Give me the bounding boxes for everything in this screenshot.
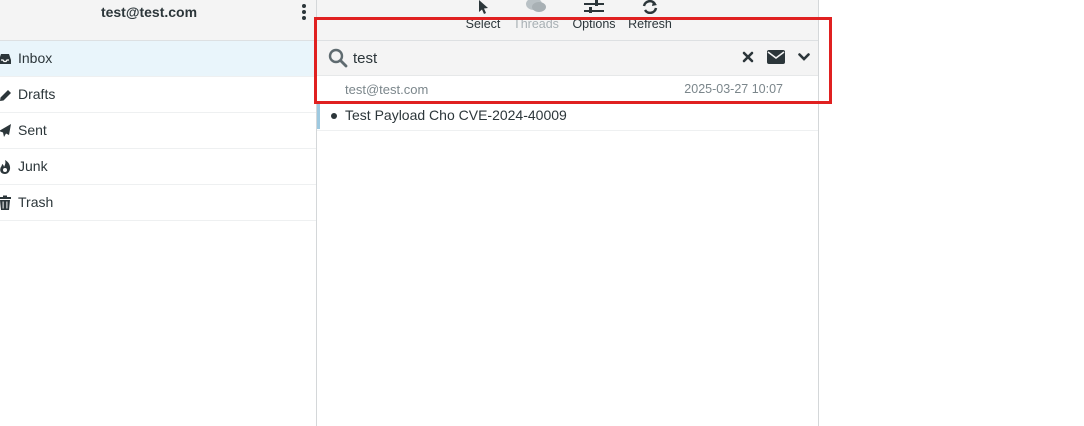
- folder-sidebar: test@test.com Inbox Drafts Sent Junk Tra…: [0, 0, 316, 426]
- search-input[interactable]: [353, 47, 733, 69]
- folder-label: Sent: [18, 122, 47, 138]
- account-email: test@test.com: [100, 4, 198, 20]
- folder-label: Trash: [18, 194, 54, 210]
- pencil-icon: [0, 90, 11, 101]
- message-date: 2025-03-27 10:07: [684, 82, 783, 96]
- cursor-icon: [479, 0, 488, 14]
- unread-dot-icon: [331, 113, 337, 119]
- select-label: Select: [465, 17, 501, 31]
- search-bar: [317, 41, 818, 76]
- options-label: Options: [572, 17, 616, 31]
- threads-label: Threads: [513, 17, 559, 31]
- envelope-icon[interactable]: [767, 50, 785, 64]
- folder-label: Drafts: [18, 86, 56, 102]
- message-row[interactable]: test@test.com 2025-03-27 10:07 Test Payl…: [317, 77, 818, 131]
- folder-list: Inbox Drafts Sent Junk Trash: [0, 41, 316, 221]
- folder-sent[interactable]: Sent: [0, 113, 316, 149]
- select-button[interactable]: Select: [465, 0, 501, 34]
- folder-inbox[interactable]: Inbox: [0, 41, 316, 77]
- threads-icon: [526, 0, 546, 12]
- folder-junk[interactable]: Junk: [0, 149, 316, 185]
- sidebar-header: test@test.com: [0, 0, 316, 41]
- message-from: test@test.com: [345, 82, 429, 97]
- threads-button[interactable]: Threads: [511, 0, 561, 34]
- message-selected-indicator: [317, 103, 320, 129]
- list-toolbar: Select Threads Options Refresh: [317, 0, 818, 41]
- trash-icon: [0, 195, 11, 210]
- folder-drafts[interactable]: Drafts: [0, 77, 316, 113]
- options-button[interactable]: Options: [569, 0, 619, 34]
- folder-label: Junk: [18, 158, 48, 174]
- refresh-label: Refresh: [628, 17, 672, 31]
- account-menu-kebab-icon[interactable]: [298, 3, 310, 23]
- message-subject: Test Payload Cho CVE-2024-40009: [345, 107, 567, 123]
- message-list-panel: Select Threads Options Refresh test test…: [316, 0, 819, 426]
- chevron-down-icon[interactable]: [798, 51, 810, 63]
- refresh-icon: [642, 0, 658, 14]
- inbox-icon: [0, 54, 11, 64]
- folder-label: Inbox: [18, 50, 53, 66]
- sliders-icon: [584, 0, 604, 13]
- refresh-button[interactable]: Refresh: [625, 0, 675, 34]
- clear-search-close-icon[interactable]: [742, 50, 754, 64]
- fire-icon: [0, 160, 11, 174]
- paper-plane-icon: [0, 124, 11, 137]
- folder-trash[interactable]: Trash: [0, 185, 316, 221]
- search-icon[interactable]: [328, 48, 348, 68]
